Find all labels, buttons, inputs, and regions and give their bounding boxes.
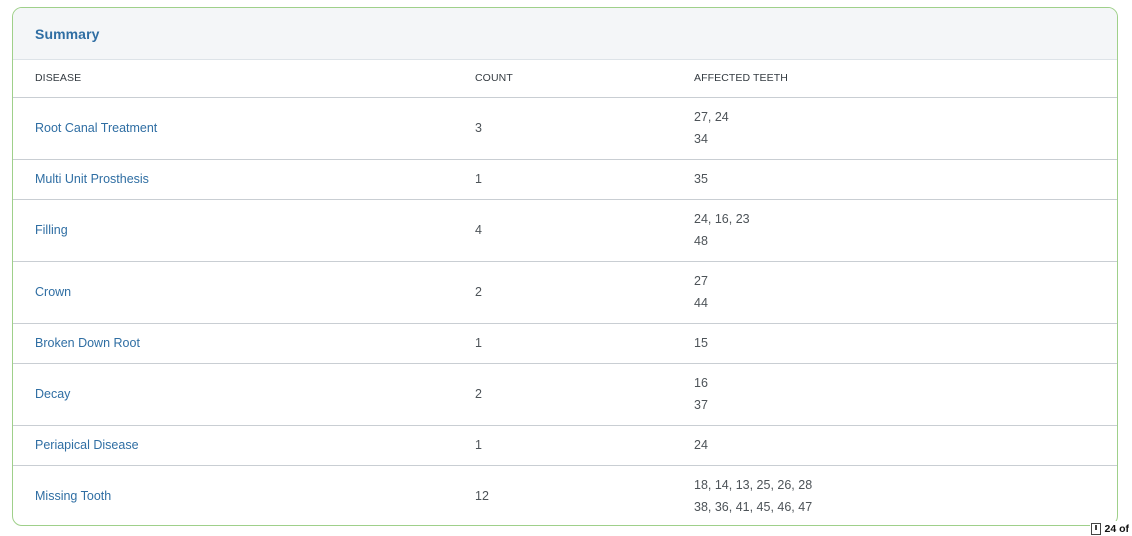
page-indicator-text: 24 of bbox=[1104, 522, 1129, 535]
affected-teeth-cell: 16 37 bbox=[694, 363, 1117, 426]
table-row: Decay 2 16 37 bbox=[13, 363, 1117, 426]
column-header-count: COUNT bbox=[475, 60, 694, 98]
count-cell: 1 bbox=[475, 425, 694, 466]
page-indicator: 24 of bbox=[1090, 521, 1130, 536]
count-cell: 4 bbox=[475, 199, 694, 262]
affected-teeth-line: 34 bbox=[694, 132, 708, 146]
count-cell: 1 bbox=[475, 159, 694, 200]
count-cell: 3 bbox=[475, 97, 694, 160]
affected-teeth-line: 27 bbox=[694, 274, 708, 288]
affected-teeth-line: 27, 24 bbox=[694, 110, 729, 124]
table-row: Broken Down Root 1 15 bbox=[13, 323, 1117, 364]
affected-teeth-cell: 27 44 bbox=[694, 261, 1117, 324]
table-row: Root Canal Treatment 3 27, 24 34 bbox=[13, 97, 1117, 160]
summary-card: Summary DISEASE COUNT AFFECTED TEETH Roo… bbox=[12, 7, 1118, 526]
affected-teeth-line: 35 bbox=[694, 172, 708, 186]
disease-cell: Filling bbox=[13, 199, 475, 262]
page-icon bbox=[1091, 522, 1102, 535]
affected-teeth-line: 37 bbox=[694, 398, 708, 412]
affected-teeth-line: 44 bbox=[694, 296, 708, 310]
summary-table: DISEASE COUNT AFFECTED TEETH Root Canal … bbox=[13, 60, 1117, 525]
column-header-disease: DISEASE bbox=[13, 60, 475, 98]
summary-header: Summary bbox=[13, 8, 1117, 60]
affected-teeth-cell: 15 bbox=[694, 323, 1117, 364]
affected-teeth-line: 18, 14, 13, 25, 26, 28 bbox=[694, 478, 813, 493]
affected-teeth-line: 24 bbox=[694, 438, 708, 452]
table-row: Crown 2 27 44 bbox=[13, 261, 1117, 324]
table-header-row: DISEASE COUNT AFFECTED TEETH bbox=[13, 60, 1117, 98]
disease-cell: Crown bbox=[13, 261, 475, 324]
table-row: Filling 4 24, 16, 23 48 bbox=[13, 199, 1117, 262]
affected-teeth-cell: 27, 24 34 bbox=[694, 97, 1117, 160]
count-cell: 12 bbox=[475, 489, 489, 504]
disease-cell: Root Canal Treatment bbox=[13, 97, 475, 160]
disease-cell: Missing Tooth bbox=[35, 489, 112, 504]
disease-cell: Decay bbox=[13, 363, 475, 426]
table-row: Missing Tooth 12 18, 14, 13, 25, 26, 28 38,… bbox=[13, 465, 1117, 525]
affected-teeth-line: 38, 36, 41, 45, 46, 47 bbox=[694, 500, 813, 515]
affected-teeth-line: 15 bbox=[694, 336, 708, 350]
summary-title: Summary bbox=[35, 25, 100, 42]
disease-cell: Periapical Disease bbox=[13, 425, 475, 466]
disease-cell: Broken Down Root bbox=[13, 323, 475, 364]
affected-teeth-cell: 18, 14, 13, 25, 26, 28 38, 36, 41, 45, 46… bbox=[694, 465, 1117, 525]
count-cell: 1 bbox=[475, 323, 694, 364]
column-header-affected-teeth: AFFECTED TEETH bbox=[694, 60, 1117, 98]
affected-teeth-line: 16 bbox=[694, 376, 708, 390]
affected-teeth-cell: 24 bbox=[694, 425, 1117, 466]
table-row: Multi Unit Prosthesis 1 35 bbox=[13, 159, 1117, 200]
affected-teeth-line: 24, 16, 23 bbox=[694, 212, 750, 226]
count-cell: 2 bbox=[475, 261, 694, 324]
affected-teeth-cell: 35 bbox=[694, 159, 1117, 200]
affected-teeth-cell: 24, 16, 23 48 bbox=[694, 199, 1117, 262]
disease-cell: Multi Unit Prosthesis bbox=[13, 159, 475, 200]
affected-teeth-line: 48 bbox=[694, 234, 708, 248]
table-body: Root Canal Treatment 3 27, 24 34 Multi Unit … bbox=[13, 97, 1117, 525]
count-cell: 2 bbox=[475, 363, 694, 426]
table-row: Periapical Disease 1 24 bbox=[13, 425, 1117, 466]
